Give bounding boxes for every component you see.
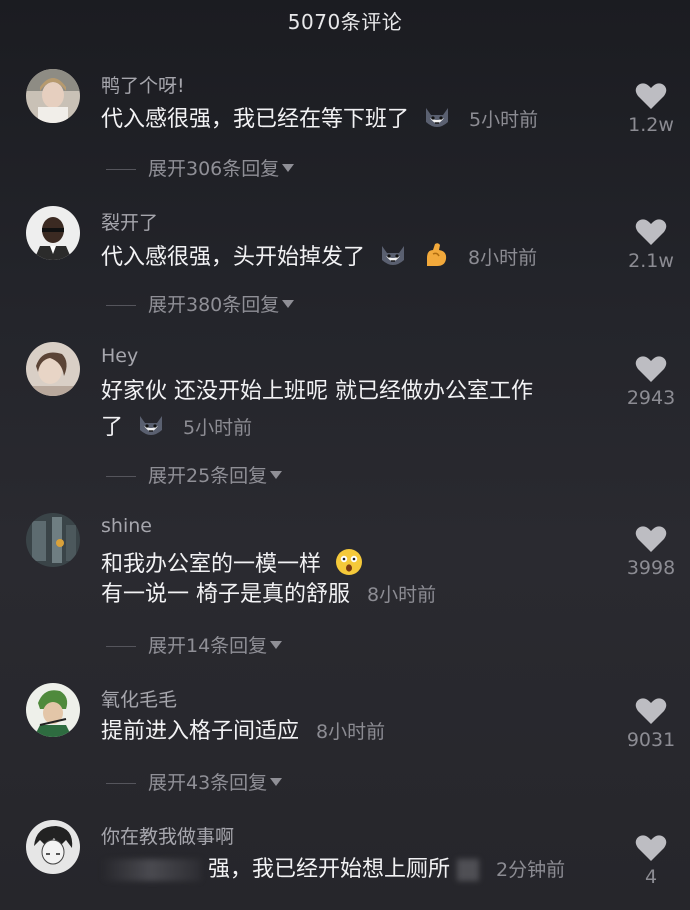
heart-icon: [635, 698, 667, 724]
like-count: 2943: [626, 387, 676, 409]
comment-text: 强，我已经开始想上厕所 2分钟前: [101, 855, 565, 885]
comment-text-line: 强，我已经开始想上厕所: [208, 857, 451, 882]
muscle-emoji-icon: [421, 240, 451, 270]
comment-text: 有一说一 椅子是真的舒服 8小时前: [101, 580, 436, 610]
comment-text: 了 5小时前: [101, 410, 252, 443]
divider-line: [106, 169, 136, 170]
comment-text-line: 和我办公室的一模一样: [101, 552, 322, 577]
husky-emoji-icon: [378, 240, 408, 270]
heart-icon: [635, 83, 667, 109]
blurred-text: [457, 859, 480, 881]
avatar[interactable]: [26, 69, 80, 123]
heart-icon: [635, 835, 667, 861]
comment-text-line: 了: [101, 415, 124, 440]
comment-text-line: 提前进入格子间适应: [101, 719, 300, 744]
like-count: 4: [644, 866, 658, 888]
caret-down-icon: [282, 300, 295, 308]
username[interactable]: 你在教我做事啊: [101, 822, 234, 849]
username[interactable]: Hey: [101, 345, 138, 367]
avatar[interactable]: [26, 683, 80, 737]
avatar[interactable]: [26, 206, 80, 260]
comment-text: 提前进入格子间适应 8小时前: [101, 717, 385, 747]
comment-text-line: 代入感很强，我已经在等下班了: [101, 107, 410, 132]
blurred-text: [101, 859, 201, 881]
like-count: 9031: [626, 729, 676, 751]
like-button[interactable]: 3998: [618, 525, 684, 579]
expand-replies-button[interactable]: 展开43条回复: [106, 768, 283, 795]
comment-count-title: 5070条评论: [287, 10, 403, 34]
husky-emoji-icon: [136, 410, 166, 440]
divider-line: [106, 305, 136, 306]
caret-down-icon: [270, 471, 283, 479]
expand-replies-label: 展开25条回复: [148, 465, 268, 487]
like-count: 2.1w: [628, 250, 674, 272]
like-button[interactable]: 2.1w: [618, 218, 684, 272]
expand-replies-label: 展开14条回复: [148, 635, 268, 657]
avatar[interactable]: [26, 820, 80, 874]
comment-text-line: 代入感很强，头开始掉发了: [101, 245, 366, 270]
caret-down-icon: [282, 164, 295, 172]
like-button[interactable]: 4: [618, 834, 684, 888]
comment-time: 2分钟前: [496, 859, 566, 881]
heart-icon: [635, 219, 667, 245]
username[interactable]: 裂开了: [101, 208, 158, 235]
comment-time: 8小时前: [316, 721, 386, 743]
expand-replies-button[interactable]: 展开14条回复: [106, 631, 283, 658]
divider-line: [106, 783, 136, 784]
like-count: 3998: [626, 557, 676, 579]
comment-time: 8小时前: [468, 247, 538, 269]
expand-replies-button[interactable]: 展开306条回复: [106, 154, 295, 181]
username[interactable]: 鸭了个呀!: [101, 71, 185, 98]
comment-time: 8小时前: [367, 584, 437, 606]
caret-down-icon: [270, 778, 283, 786]
comment-text: 和我办公室的一模一样: [101, 547, 364, 580]
comment-text: 代入感很强，我已经在等下班了 5小时前: [101, 102, 538, 135]
divider-line: [106, 476, 136, 477]
expand-replies-button[interactable]: 展开380条回复: [106, 290, 295, 317]
expand-replies-label: 展开380条回复: [148, 294, 280, 316]
avatar[interactable]: [26, 513, 80, 567]
avatar[interactable]: [26, 342, 80, 396]
like-button[interactable]: 1.2w: [618, 82, 684, 136]
like-count: 1.2w: [628, 114, 674, 136]
heart-icon: [635, 356, 667, 382]
shocked-emoji-icon: [334, 547, 364, 577]
username[interactable]: 氧化毛毛: [101, 685, 177, 712]
comment-text-line: 好家伙 还没开始上班呢 就已经做办公室工作: [101, 379, 533, 404]
expand-replies-label: 展开43条回复: [148, 772, 268, 794]
heart-icon: [635, 526, 667, 552]
comment-text: 代入感很强，头开始掉发了 8小时前: [101, 240, 537, 273]
comment-text-line: 有一说一 椅子是真的舒服: [101, 582, 350, 607]
comment-time: 5小时前: [469, 109, 539, 131]
expand-replies-label: 展开306条回复: [148, 158, 280, 180]
username[interactable]: shine: [101, 515, 152, 537]
like-button[interactable]: 2943: [618, 355, 684, 409]
comment-time: 5小时前: [183, 417, 253, 439]
like-button[interactable]: 9031: [618, 697, 684, 751]
husky-emoji-icon: [422, 102, 452, 132]
caret-down-icon: [270, 641, 283, 649]
expand-replies-button[interactable]: 展开25条回复: [106, 461, 283, 488]
divider-line: [106, 646, 136, 647]
